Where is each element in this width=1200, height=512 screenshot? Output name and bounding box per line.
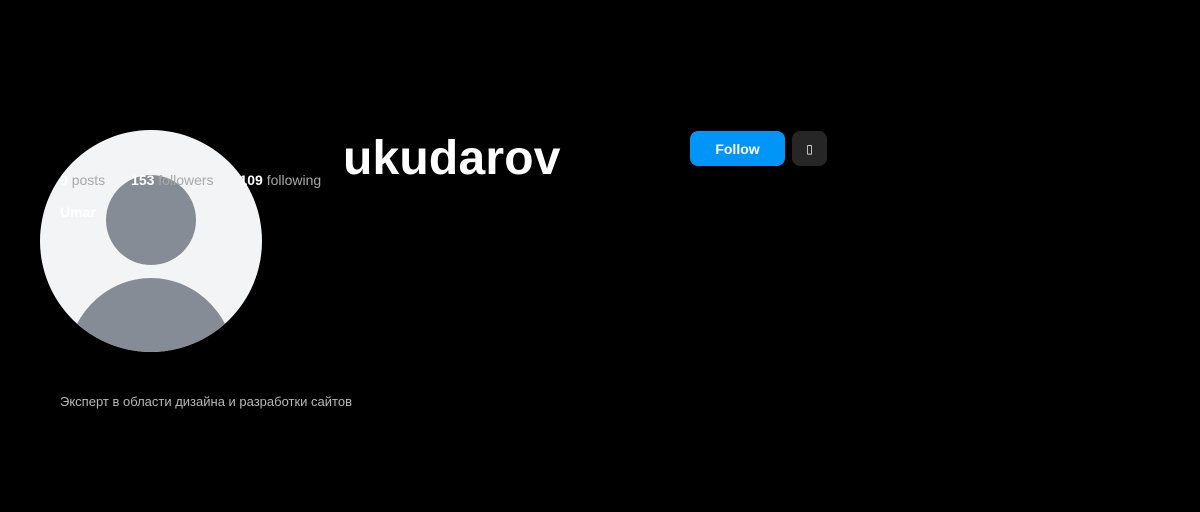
following-stat[interactable]: 109 following xyxy=(239,172,321,188)
posts-label: posts xyxy=(71,172,106,188)
profile-stats: 0 posts 153 followers 109 following xyxy=(60,172,321,188)
follow-button[interactable]: Follow xyxy=(690,131,785,166)
profile-page: 0 posts 153 followers 109 following Umar… xyxy=(0,0,1200,512)
profile-avatar[interactable] xyxy=(40,130,262,352)
more-options-icon: ▯ xyxy=(806,141,813,156)
followers-stat[interactable]: 153 followers xyxy=(131,172,214,188)
profile-bio: Эксперт в области дизайна и разработки с… xyxy=(60,394,352,409)
following-label: following xyxy=(266,172,322,188)
more-options-button[interactable]: ▯ xyxy=(792,131,827,166)
posts-stat[interactable]: 0 posts xyxy=(60,172,105,188)
followers-count: 153 xyxy=(131,172,155,188)
followers-label: followers xyxy=(158,172,214,188)
posts-count: 0 xyxy=(60,172,68,188)
profile-display-name: Umar xyxy=(60,204,96,220)
profile-username: ukudarov xyxy=(343,132,561,185)
following-count: 109 xyxy=(239,172,263,188)
default-user-icon xyxy=(67,175,235,352)
